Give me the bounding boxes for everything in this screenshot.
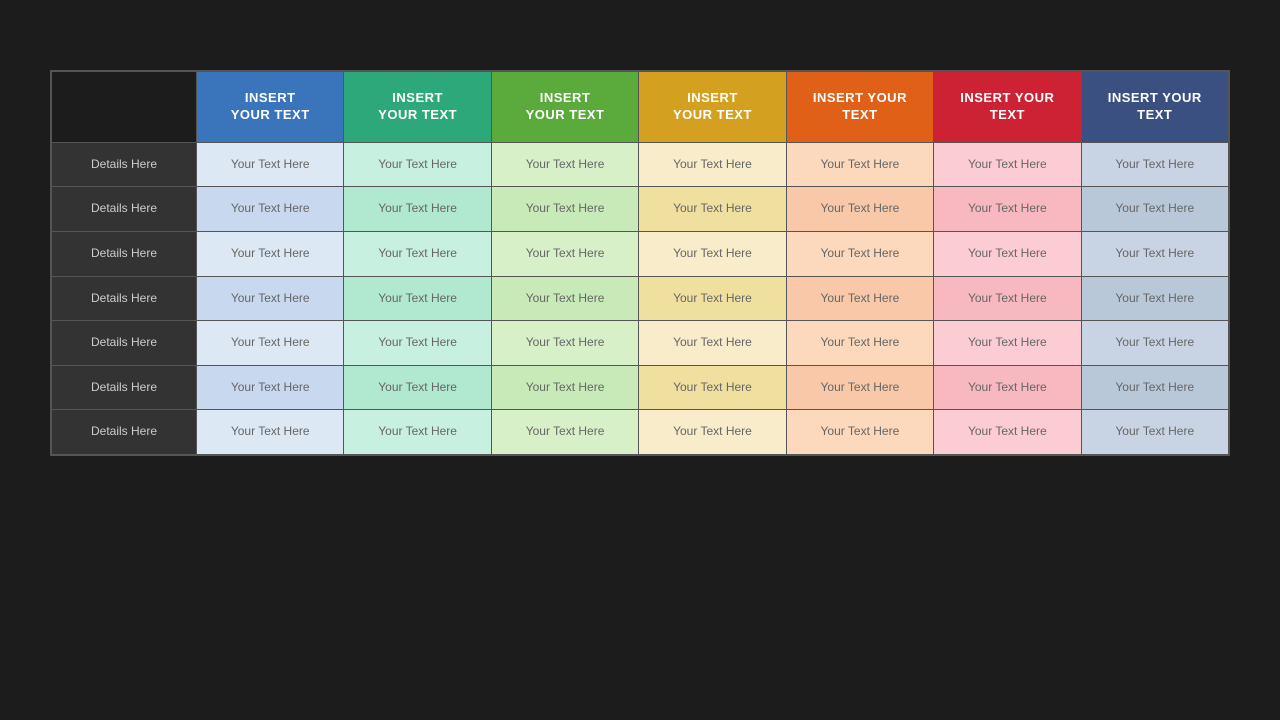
header-cell-label xyxy=(52,72,197,143)
header-cell-orange: INSERT YOURTEXT xyxy=(786,72,933,143)
header-cell-yellow: INSERTYOUR TEXT xyxy=(639,72,786,143)
row-label: Details Here xyxy=(52,187,197,232)
table-cell[interactable]: Your Text Here xyxy=(934,365,1081,410)
table-cell[interactable]: Your Text Here xyxy=(1081,276,1228,321)
table-cell[interactable]: Your Text Here xyxy=(491,365,638,410)
table-cell[interactable]: Your Text Here xyxy=(344,410,491,455)
table-cell[interactable]: Your Text Here xyxy=(197,231,344,276)
table-cell[interactable]: Your Text Here xyxy=(344,187,491,232)
table-cell[interactable]: Your Text Here xyxy=(491,231,638,276)
slide: INSERTYOUR TEXTINSERTYOUR TEXTINSERTYOUR… xyxy=(0,0,1280,720)
table-cell[interactable]: Your Text Here xyxy=(934,187,1081,232)
table-cell[interactable]: Your Text Here xyxy=(197,142,344,187)
table-row: Details HereYour Text HereYour Text Here… xyxy=(52,187,1229,232)
row-label: Details Here xyxy=(52,142,197,187)
table-cell[interactable]: Your Text Here xyxy=(934,276,1081,321)
table-cell[interactable]: Your Text Here xyxy=(786,142,933,187)
header-cell-blue: INSERTYOUR TEXT xyxy=(197,72,344,143)
table-cell[interactable]: Your Text Here xyxy=(491,187,638,232)
table-cell[interactable]: Your Text Here xyxy=(1081,365,1228,410)
table-cell[interactable]: Your Text Here xyxy=(639,276,786,321)
table-cell[interactable]: Your Text Here xyxy=(197,187,344,232)
row-label: Details Here xyxy=(52,410,197,455)
table-row: Details HereYour Text HereYour Text Here… xyxy=(52,365,1229,410)
table-cell[interactable]: Your Text Here xyxy=(344,321,491,366)
table-cell[interactable]: Your Text Here xyxy=(934,321,1081,366)
table-cell[interactable]: Your Text Here xyxy=(786,410,933,455)
table-cell[interactable]: Your Text Here xyxy=(197,410,344,455)
table-cell[interactable]: Your Text Here xyxy=(1081,142,1228,187)
table-cell[interactable]: Your Text Here xyxy=(1081,187,1228,232)
table-row: Details HereYour Text HereYour Text Here… xyxy=(52,276,1229,321)
table-cell[interactable]: Your Text Here xyxy=(344,231,491,276)
table-cell[interactable]: Your Text Here xyxy=(1081,231,1228,276)
table-cell[interactable]: Your Text Here xyxy=(197,321,344,366)
table-cell[interactable]: Your Text Here xyxy=(1081,410,1228,455)
table-cell[interactable]: Your Text Here xyxy=(786,321,933,366)
table-cell[interactable]: Your Text Here xyxy=(639,365,786,410)
table-cell[interactable]: Your Text Here xyxy=(491,410,638,455)
table-row: Details HereYour Text HereYour Text Here… xyxy=(52,321,1229,366)
table-cell[interactable]: Your Text Here xyxy=(491,142,638,187)
table-cell[interactable]: Your Text Here xyxy=(491,276,638,321)
table-cell[interactable]: Your Text Here xyxy=(934,231,1081,276)
header-cell-teal: INSERTYOUR TEXT xyxy=(344,72,491,143)
table-cell[interactable]: Your Text Here xyxy=(786,365,933,410)
table-cell[interactable]: Your Text Here xyxy=(197,365,344,410)
header-row: INSERTYOUR TEXTINSERTYOUR TEXTINSERTYOUR… xyxy=(52,72,1229,143)
table-cell[interactable]: Your Text Here xyxy=(344,365,491,410)
table-row: Details HereYour Text HereYour Text Here… xyxy=(52,410,1229,455)
header-cell-green: INSERTYOUR TEXT xyxy=(491,72,638,143)
table-cell[interactable]: Your Text Here xyxy=(197,276,344,321)
table-cell[interactable]: Your Text Here xyxy=(344,276,491,321)
table-cell[interactable]: Your Text Here xyxy=(786,231,933,276)
header-cell-navy: INSERT YOURTEXT xyxy=(1081,72,1228,143)
header-cell-red: INSERT YOURTEXT xyxy=(934,72,1081,143)
row-label: Details Here xyxy=(52,365,197,410)
comparison-table: INSERTYOUR TEXTINSERTYOUR TEXTINSERTYOUR… xyxy=(51,71,1229,455)
table-cell[interactable]: Your Text Here xyxy=(491,321,638,366)
table-cell[interactable]: Your Text Here xyxy=(639,321,786,366)
table-cell[interactable]: Your Text Here xyxy=(639,231,786,276)
row-label: Details Here xyxy=(52,276,197,321)
table-cell[interactable]: Your Text Here xyxy=(786,187,933,232)
table-cell[interactable]: Your Text Here xyxy=(344,142,491,187)
table-cell[interactable]: Your Text Here xyxy=(1081,321,1228,366)
table-cell[interactable]: Your Text Here xyxy=(639,187,786,232)
row-label: Details Here xyxy=(52,321,197,366)
table-row: Details HereYour Text HereYour Text Here… xyxy=(52,142,1229,187)
comparison-table-wrapper: INSERTYOUR TEXTINSERTYOUR TEXTINSERTYOUR… xyxy=(50,70,1230,456)
table-row: Details HereYour Text HereYour Text Here… xyxy=(52,231,1229,276)
table-cell[interactable]: Your Text Here xyxy=(934,142,1081,187)
row-label: Details Here xyxy=(52,231,197,276)
table-cell[interactable]: Your Text Here xyxy=(934,410,1081,455)
table-cell[interactable]: Your Text Here xyxy=(639,410,786,455)
table-cell[interactable]: Your Text Here xyxy=(639,142,786,187)
table-cell[interactable]: Your Text Here xyxy=(786,276,933,321)
